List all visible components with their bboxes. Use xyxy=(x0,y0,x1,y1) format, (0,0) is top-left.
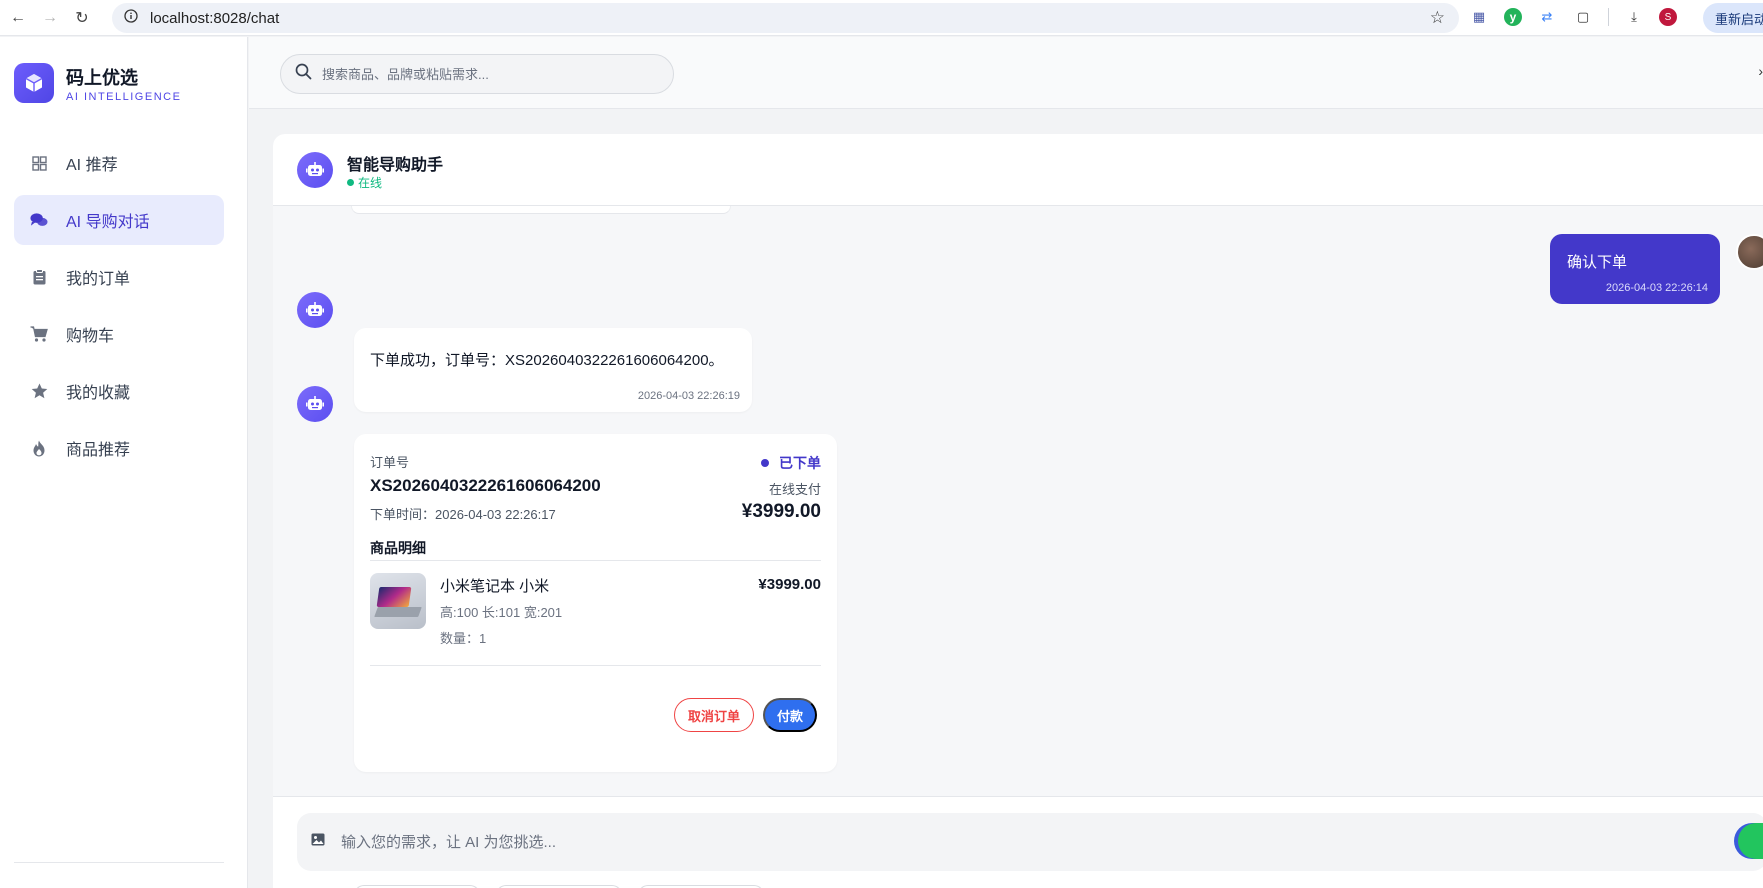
sidebar-item-label: AI 推荐 xyxy=(66,157,118,174)
bot-message-bubble: 下单成功，订单号：XS2026040322261606064200。 2026-… xyxy=(354,328,752,412)
product-image-laptop[interactable] xyxy=(370,573,426,629)
actions-divider xyxy=(370,665,821,666)
grid-icon xyxy=(30,154,48,172)
payment-method: 在线支付 xyxy=(768,482,821,497)
search-box[interactable] xyxy=(280,54,674,94)
sidebar-item-product-recommend[interactable]: 商品推荐 xyxy=(14,423,224,473)
chat-header: 智能导购助手 在线 xyxy=(273,134,1763,206)
order-number-label: 订单号 xyxy=(370,455,410,470)
search-input[interactable] xyxy=(322,66,642,82)
user-message-bubble: 确认下单 2026-04-03 22:26:14 xyxy=(1550,234,1720,304)
sidebar-item-my-orders[interactable]: 我的订单 xyxy=(14,252,224,302)
order-status-badge: 已下单 xyxy=(761,453,821,473)
sidebar-item-label: AI 导购对话 xyxy=(66,214,150,231)
user-message-time: 2026-04-03 22:26:14 xyxy=(1605,282,1708,294)
status-dot-icon xyxy=(761,459,769,467)
search-icon xyxy=(295,63,312,85)
back-icon[interactable]: ← xyxy=(4,4,32,32)
restart-button[interactable]: 重新启动 xyxy=(1703,3,1763,33)
items-section-title: 商品明细 xyxy=(370,540,426,556)
cart-icon xyxy=(30,325,48,343)
bot-avatar-robot-icon xyxy=(297,386,333,422)
chat-input[interactable] xyxy=(341,833,1641,851)
url-text[interactable]: localhost:8028/chat xyxy=(150,10,279,27)
site-info-icon[interactable] xyxy=(124,8,138,28)
bot-message-text: 下单成功，订单号：XS2026040322261606064200。 xyxy=(370,352,724,369)
assistant-name: 智能导购助手 xyxy=(347,157,444,174)
extension-sync-icon[interactable]: ⇄ xyxy=(1536,6,1558,28)
side-nav: AI 推荐 AI 导购对话 我的订单 购物车 我的收藏 商品推荐 xyxy=(14,138,224,480)
forward-icon[interactable]: → xyxy=(36,4,64,32)
chat-bubbles-icon xyxy=(30,211,48,229)
address-bar[interactable]: localhost:8028/chat ☆ xyxy=(112,3,1459,33)
product-name[interactable]: 小米笔记本 小米 xyxy=(440,575,549,596)
bot-message-time: 2026-04-03 22:26:19 xyxy=(637,390,740,402)
sidebar-item-label: 商品推荐 xyxy=(66,442,131,459)
chat-panel: 智能导购助手 在线 确认下单 2026-04-03 22:26:14 下单成功，… xyxy=(273,134,1763,888)
product-spec: 高:100 长:101 宽:201 xyxy=(440,605,563,620)
download-icon[interactable]: ⤓ xyxy=(1623,6,1645,28)
logo-cube-icon xyxy=(14,63,54,103)
brand-subtitle: AI INTELLIGENCE xyxy=(66,91,182,103)
user-message-text: 确认下单 xyxy=(1567,254,1628,271)
extensions-puzzle-icon[interactable]: ▢ xyxy=(1572,6,1594,28)
star-icon xyxy=(30,382,48,400)
sidebar-divider xyxy=(14,862,224,863)
status-text: 在线 xyxy=(358,176,383,190)
order-time: 下单时间：2026-04-03 22:26:17 xyxy=(370,507,556,522)
previous-message-bubble xyxy=(351,206,731,214)
browser-toolbar: ← → ↻ localhost:8028/chat ☆ ▦ y ⇄ ▢ ⤓ S … xyxy=(0,0,1763,36)
profile-avatar[interactable]: S xyxy=(1659,8,1677,26)
clipboard-icon xyxy=(30,268,48,286)
online-status: 在线 xyxy=(347,174,382,191)
bot-avatar-robot-icon xyxy=(297,292,333,328)
topbar: › xyxy=(249,37,1763,109)
chat-input-box[interactable] xyxy=(297,813,1763,871)
topbar-clipped-icon[interactable]: › xyxy=(1758,63,1763,79)
sidebar-item-label: 我的订单 xyxy=(66,271,131,288)
sidebar-item-ai-chat[interactable]: AI 导购对话 xyxy=(14,195,224,245)
sidebar: 码上优选 AI INTELLIGENCE AI 推荐 AI 导购对话 我的订单 … xyxy=(0,37,248,888)
user-avatar xyxy=(1736,234,1763,270)
sidebar-item-ai-recommend[interactable]: AI 推荐 xyxy=(14,138,224,188)
pay-button[interactable]: 付款 xyxy=(763,698,817,732)
extension-translate-icon[interactable]: ▦ xyxy=(1468,6,1490,28)
image-upload-icon[interactable] xyxy=(311,833,325,851)
order-card: 订单号 已下单 XS2026040322261606064200 在线支付 下单… xyxy=(354,434,837,772)
assistant-avatar-robot-icon xyxy=(297,152,333,188)
sidebar-item-label: 我的收藏 xyxy=(66,385,131,402)
section-divider xyxy=(370,560,821,561)
sidebar-item-cart[interactable]: 购物车 xyxy=(14,309,224,359)
cancel-order-button[interactable]: 取消订单 xyxy=(674,698,754,732)
extension-y-icon[interactable]: y xyxy=(1504,8,1522,26)
product-quantity: 数量：1 xyxy=(440,631,487,646)
sidebar-item-label: 购物车 xyxy=(66,328,115,345)
sidebar-item-favorites[interactable]: 我的收藏 xyxy=(14,366,224,416)
order-number: XS2026040322261606064200 xyxy=(370,476,601,495)
reload-icon[interactable]: ↻ xyxy=(68,4,96,32)
chat-input-area xyxy=(273,796,1763,888)
brand-title: 码上优选 xyxy=(66,68,138,88)
bookmark-star-icon[interactable]: ☆ xyxy=(1430,8,1445,28)
order-status-text: 已下单 xyxy=(779,455,821,471)
order-total: ¥3999.00 xyxy=(741,501,821,522)
online-dot-icon xyxy=(347,179,354,186)
flame-icon xyxy=(30,439,48,457)
product-price: ¥3999.00 xyxy=(758,576,821,593)
toolbar-separator xyxy=(1608,8,1609,26)
